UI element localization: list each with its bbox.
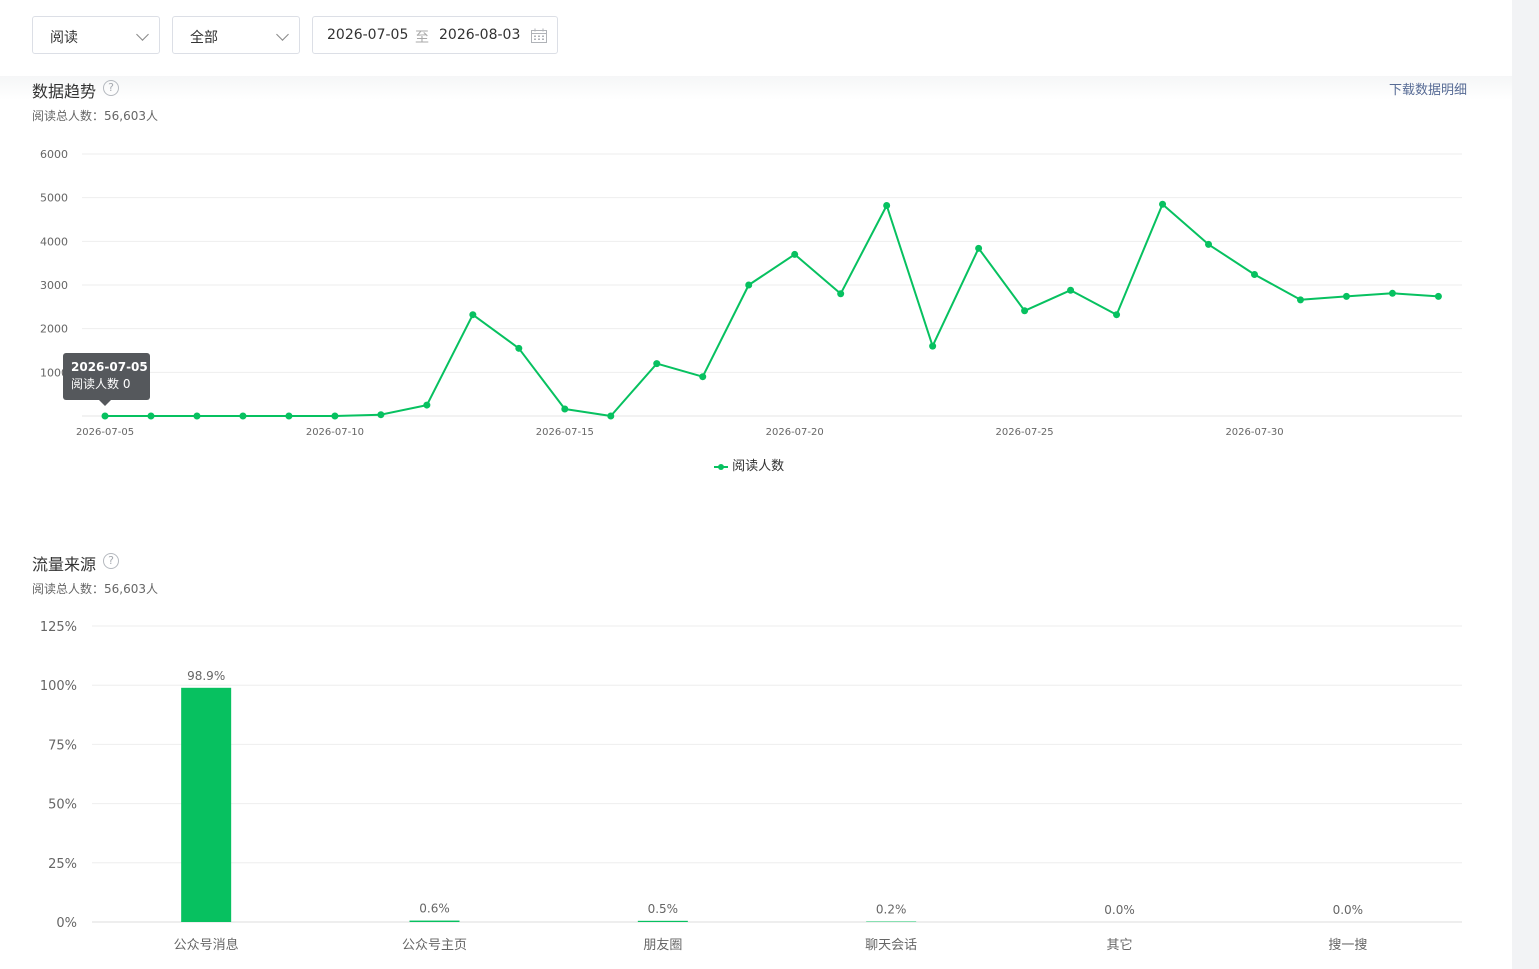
date-end[interactable]: 2026-08-03 bbox=[439, 27, 520, 43]
data-point bbox=[791, 250, 799, 258]
bar-value-label: 0.2% bbox=[876, 903, 907, 917]
data-point bbox=[423, 401, 431, 409]
x-tick-label: 2026-07-15 bbox=[536, 427, 594, 438]
data-point bbox=[837, 290, 845, 298]
data-point bbox=[469, 311, 477, 319]
help-icon[interactable]: ? bbox=[103, 553, 119, 569]
bar-value-label: 0.6% bbox=[419, 902, 450, 916]
y-tick-label: 2000 bbox=[40, 323, 68, 336]
metric-select-value: 阅读 bbox=[50, 30, 78, 46]
data-point bbox=[1251, 271, 1258, 279]
help-icon[interactable]: ? bbox=[103, 80, 119, 96]
x-tick-label: 2026-07-30 bbox=[1225, 427, 1283, 438]
data-point bbox=[147, 412, 155, 420]
y-tick-label: 75% bbox=[48, 738, 77, 753]
data-point bbox=[193, 412, 201, 420]
data-point bbox=[331, 412, 339, 420]
category-label: 公众号消息 bbox=[174, 937, 239, 953]
data-point bbox=[515, 344, 523, 352]
series-line bbox=[105, 203, 1439, 417]
data-point bbox=[377, 411, 385, 419]
bar-value-label: 0.5% bbox=[648, 902, 679, 916]
data-point bbox=[285, 412, 293, 420]
y-tick-label: 4000 bbox=[40, 235, 68, 248]
date-range-picker[interactable]: 2026-07-05 至 2026-08-03 bbox=[312, 16, 558, 54]
scope-select[interactable]: 全部 bbox=[172, 16, 300, 54]
chart-tooltip: 2026-07-05 阅读人数 0 bbox=[63, 353, 150, 406]
page-scrollbar-gutter bbox=[1512, 0, 1539, 969]
bar bbox=[409, 920, 460, 922]
bar-value-label: 98.9% bbox=[187, 669, 225, 683]
bar bbox=[637, 920, 688, 922]
data-point bbox=[607, 412, 615, 420]
bar-value-label: 0.0% bbox=[1104, 903, 1135, 917]
chevron-down-icon bbox=[136, 28, 149, 41]
chevron-down-icon bbox=[276, 28, 289, 41]
data-point bbox=[1342, 292, 1350, 300]
metric-select[interactable]: 阅读 bbox=[32, 16, 160, 54]
legend-line-icon bbox=[714, 462, 728, 472]
scope-select-value: 全部 bbox=[190, 30, 218, 46]
data-point bbox=[1205, 240, 1213, 248]
data-point bbox=[1113, 311, 1121, 319]
y-tick-label: 0% bbox=[56, 916, 77, 931]
x-tick-label: 2026-07-10 bbox=[306, 427, 364, 438]
y-tick-label: 100% bbox=[40, 679, 77, 694]
data-point bbox=[1434, 292, 1442, 300]
data-point bbox=[653, 360, 661, 368]
source-total-readers: 阅读总人数：56,603人 bbox=[32, 582, 158, 596]
data-point bbox=[1159, 200, 1167, 208]
data-point bbox=[561, 405, 569, 413]
legend-label: 阅读人数 bbox=[732, 459, 785, 474]
y-tick-label: 50% bbox=[48, 798, 77, 813]
chart-legend[interactable]: 阅读人数 bbox=[714, 455, 784, 474]
traffic-source-bar-chart: 0% 25% 50% 75% 100% 125% 98.9% 公众号消息 0.6% 公众号主页 0.… bbox=[40, 620, 1462, 953]
data-point bbox=[1296, 296, 1304, 304]
data-point bbox=[699, 373, 707, 381]
category-label: 聊天会话 bbox=[865, 938, 917, 953]
date-start[interactable]: 2026-07-05 bbox=[327, 27, 408, 43]
filter-bar: 阅读 全部 2026-07-05 至 2026-08-03 bbox=[0, 0, 1512, 78]
data-point bbox=[883, 202, 891, 210]
y-tick-label: 5000 bbox=[40, 192, 68, 205]
trend-line-chart: 1000200030004000500060002026-07-05 2026-0… bbox=[40, 148, 1462, 438]
data-point bbox=[929, 342, 937, 350]
data-point bbox=[1388, 289, 1396, 297]
trend-total-readers: 阅读总人数：56,603人 bbox=[32, 109, 158, 123]
category-label: 公众号主页 bbox=[402, 938, 467, 953]
tooltip-value: 阅读人数 0 bbox=[71, 377, 131, 391]
x-tick-label: 2026-07-05 bbox=[76, 427, 134, 438]
bar bbox=[181, 687, 232, 922]
data-point bbox=[745, 281, 753, 289]
y-tick-label: 6000 bbox=[40, 148, 68, 161]
calendar-icon[interactable] bbox=[531, 28, 547, 43]
category-label: 朋友圈 bbox=[643, 937, 682, 953]
category-label: 搜一搜 bbox=[1328, 938, 1367, 953]
data-point bbox=[1021, 307, 1029, 315]
date-separator: 至 bbox=[415, 30, 429, 46]
download-details-link[interactable]: 下载数据明细 bbox=[1389, 79, 1467, 98]
source-title: 流量来源 bbox=[32, 555, 97, 574]
trend-title: 数据趋势 bbox=[32, 82, 97, 101]
category-label: 其它 bbox=[1106, 937, 1132, 953]
y-tick-label: 3000 bbox=[40, 279, 68, 292]
x-tick-label: 2026-07-20 bbox=[766, 427, 824, 438]
y-tick-label: 125% bbox=[40, 620, 77, 635]
data-point bbox=[975, 244, 983, 252]
x-tick-label: 2026-07-25 bbox=[996, 427, 1054, 438]
bar-value-label: 0.0% bbox=[1333, 903, 1364, 917]
data-point bbox=[101, 412, 109, 420]
header-shadow bbox=[0, 76, 1512, 100]
y-tick-label: 25% bbox=[48, 857, 77, 872]
tooltip-date: 2026-07-05 bbox=[71, 360, 148, 374]
data-point bbox=[239, 412, 247, 420]
data-point bbox=[1067, 286, 1075, 294]
